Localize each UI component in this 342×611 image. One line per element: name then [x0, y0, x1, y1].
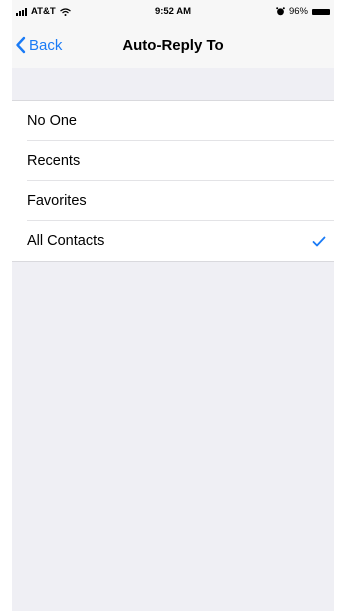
battery-percent: 96% [288, 6, 308, 17]
status-bar: AT&T 9:52 AM 96% [12, 0, 334, 22]
option-label: No One [27, 113, 77, 129]
checkmark-icon [312, 236, 326, 247]
option-recents[interactable]: Recents [12, 141, 334, 181]
screen: AT&T 9:52 AM 96% Back Auto-Reply To No O… [0, 0, 342, 611]
content-background: No One Recents Favorites All Contacts [12, 68, 334, 611]
option-all-contacts[interactable]: All Contacts [12, 221, 334, 261]
alarm-icon [276, 7, 285, 16]
option-no-one[interactable]: No One [12, 101, 334, 141]
battery-icon [312, 8, 330, 15]
navigation-bar: Back Auto-Reply To [12, 22, 334, 68]
option-label: All Contacts [27, 233, 105, 249]
option-label: Recents [27, 153, 81, 169]
page-title: Auto-Reply To [122, 37, 224, 54]
option-favorites[interactable]: Favorites [12, 181, 334, 221]
option-label: Favorites [27, 193, 87, 209]
auto-reply-options-list: No One Recents Favorites All Contacts [12, 100, 334, 262]
status-right: 96% [276, 6, 330, 17]
